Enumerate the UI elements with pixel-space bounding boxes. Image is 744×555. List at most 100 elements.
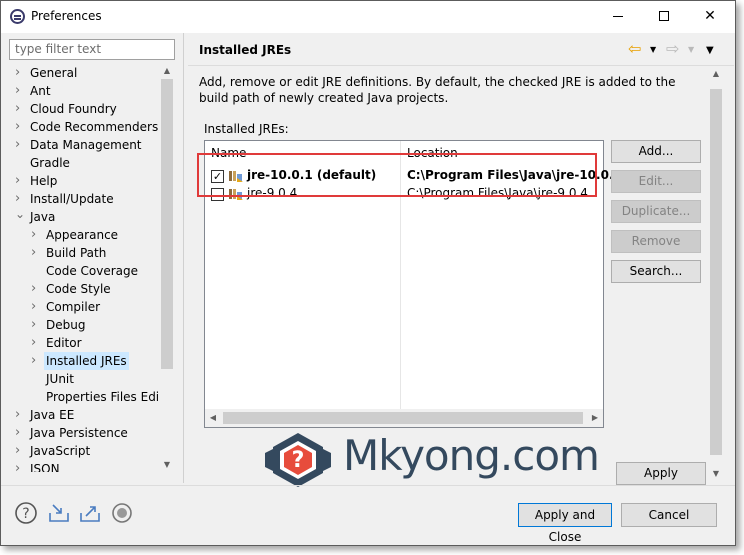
import-icon[interactable] bbox=[47, 501, 71, 525]
minimize-button[interactable] bbox=[595, 1, 641, 31]
tree-item-label: JSON bbox=[30, 462, 60, 472]
collapsed-arrow-icon[interactable]: › bbox=[31, 334, 41, 352]
help-icon[interactable]: ? bbox=[14, 501, 38, 525]
collapsed-arrow-icon[interactable]: › bbox=[15, 118, 25, 136]
collapsed-arrow-icon[interactable]: › bbox=[15, 406, 25, 424]
tree-item[interactable]: › Editor bbox=[9, 334, 159, 352]
watermark-text: Mkyong.com bbox=[343, 431, 600, 480]
tree-item[interactable]: › Ant bbox=[9, 82, 159, 100]
tree-item[interactable]: › Installed JREs bbox=[9, 352, 159, 370]
back-arrow-icon[interactable]: ⇦ bbox=[628, 41, 641, 57]
table-horizontal-scrollbar[interactable]: ◀ ▶ bbox=[205, 409, 603, 427]
tree-item-label: General bbox=[30, 66, 78, 80]
collapsed-arrow-icon[interactable]: › bbox=[31, 244, 41, 262]
scroll-up-arrow-icon[interactable]: ▲ bbox=[708, 67, 724, 81]
cancel-button[interactable]: Cancel bbox=[621, 503, 717, 527]
tree-item-label: Java Persistence bbox=[30, 426, 128, 440]
expanded-arrow-icon[interactable]: ⌄ bbox=[15, 208, 25, 226]
tree-item-label: Ant bbox=[30, 84, 51, 98]
collapsed-arrow-icon[interactable]: › bbox=[15, 64, 25, 82]
collapsed-arrow-icon[interactable]: › bbox=[31, 298, 41, 316]
tree-item-label: JUnit bbox=[46, 372, 74, 386]
edit-button[interactable]: Edit... bbox=[611, 170, 701, 193]
collapsed-arrow-icon[interactable]: › bbox=[31, 226, 41, 244]
tree-item-label: Code Recommenders bbox=[30, 120, 159, 134]
tree-item-label: Data Management bbox=[30, 138, 142, 152]
tree-item[interactable]: Properties Files Editor bbox=[9, 388, 159, 406]
tree-item[interactable]: › Appearance bbox=[9, 226, 159, 244]
preferences-tree: › General › Ant › Cloud Foundry › Code Recommen… bbox=[9, 64, 159, 472]
tree-item[interactable]: › General bbox=[9, 64, 159, 82]
collapsed-arrow-icon[interactable]: › bbox=[15, 172, 25, 190]
collapsed-arrow-icon[interactable]: › bbox=[31, 352, 41, 370]
tree-item[interactable]: › Java Persistence bbox=[9, 424, 159, 442]
tree-item-label: Debug bbox=[46, 318, 86, 332]
apply-button[interactable]: Apply bbox=[616, 462, 706, 485]
page-title: Installed JREs bbox=[199, 43, 292, 57]
view-menu-icon[interactable]: ▼ bbox=[706, 45, 714, 56]
tree-item[interactable]: › Java EE bbox=[9, 406, 159, 424]
search-button[interactable]: Search... bbox=[611, 260, 701, 283]
tree-item-label: JavaScript bbox=[30, 444, 91, 458]
scroll-right-arrow-icon[interactable]: ▶ bbox=[587, 409, 603, 427]
tree-item[interactable]: › Build Path bbox=[9, 244, 159, 262]
window-title: Preferences bbox=[31, 9, 102, 23]
tree-item-label: Properties Files Editor bbox=[46, 390, 159, 404]
tree-item[interactable]: › Code Recommenders bbox=[9, 118, 159, 136]
maximize-button[interactable] bbox=[641, 1, 687, 31]
preference-recorder-icon[interactable] bbox=[110, 501, 134, 525]
duplicate-button[interactable]: Duplicate... bbox=[611, 200, 701, 223]
tree-item-label: Compiler bbox=[46, 300, 101, 314]
page-content: Add, remove or edit JRE definitions. By … bbox=[188, 67, 708, 483]
tree-item[interactable]: › Install/Update bbox=[9, 190, 159, 208]
scroll-down-arrow-icon[interactable]: ▼ bbox=[708, 467, 724, 481]
page-scrollbar[interactable]: ▲ ▼ bbox=[708, 67, 724, 483]
collapsed-arrow-icon[interactable]: › bbox=[31, 280, 41, 298]
collapsed-arrow-icon[interactable]: › bbox=[31, 316, 41, 334]
forward-dropdown-icon[interactable]: ▼ bbox=[688, 45, 694, 54]
tree-item[interactable]: › Data Management bbox=[9, 136, 159, 154]
tree-item[interactable]: JUnit bbox=[9, 370, 159, 388]
forward-arrow-icon[interactable]: ⇨ bbox=[666, 41, 679, 57]
add-button[interactable]: Add... bbox=[611, 140, 701, 163]
back-dropdown-icon[interactable]: ▼ bbox=[650, 45, 656, 54]
tree-item[interactable]: › Debug bbox=[9, 316, 159, 334]
tree-item[interactable]: › Cloud Foundry bbox=[9, 100, 159, 118]
export-icon[interactable] bbox=[78, 501, 102, 525]
page-scroll-thumb[interactable] bbox=[710, 89, 722, 455]
panel-sash[interactable] bbox=[183, 33, 184, 483]
tree-scrollbar[interactable]: ▲ ▼ bbox=[159, 64, 175, 472]
tree-item[interactable]: › Help bbox=[9, 172, 159, 190]
svg-text:?: ? bbox=[292, 448, 305, 473]
tree-item-label: Code Coverage bbox=[46, 264, 139, 278]
scroll-left-arrow-icon[interactable]: ◀ bbox=[205, 409, 221, 427]
collapsed-arrow-icon[interactable]: › bbox=[15, 82, 25, 100]
collapsed-arrow-icon[interactable]: › bbox=[15, 424, 25, 442]
tree-item[interactable]: › JavaScript bbox=[9, 442, 159, 460]
collapsed-arrow-icon[interactable]: › bbox=[15, 136, 25, 154]
scroll-down-arrow-icon[interactable]: ▼ bbox=[159, 458, 175, 472]
apply-and-close-button[interactable]: Apply and Close bbox=[518, 503, 612, 544]
tree-item[interactable]: ⌄ Java bbox=[9, 208, 159, 226]
collapsed-arrow-icon[interactable]: › bbox=[15, 190, 25, 208]
preferences-window: Preferences ✕ type filter text › General ›… bbox=[0, 0, 736, 546]
collapsed-arrow-icon[interactable]: › bbox=[15, 442, 25, 460]
close-button[interactable]: ✕ bbox=[687, 1, 733, 31]
collapsed-arrow-icon[interactable]: › bbox=[15, 100, 25, 118]
tree-item[interactable]: › JSON bbox=[9, 460, 159, 472]
tree-item[interactable]: › Compiler bbox=[9, 298, 159, 316]
tree-item-label: Java EE bbox=[30, 408, 75, 422]
scroll-up-arrow-icon[interactable]: ▲ bbox=[159, 64, 175, 78]
tree-item[interactable]: Code Coverage bbox=[9, 262, 159, 280]
footer-icons: ? bbox=[14, 501, 144, 527]
tree-item-label: Cloud Foundry bbox=[30, 102, 117, 116]
filter-input[interactable]: type filter text bbox=[9, 39, 175, 60]
remove-button[interactable]: Remove bbox=[611, 230, 701, 253]
tree-scroll-thumb[interactable] bbox=[161, 79, 173, 369]
tree-item[interactable]: › Code Style bbox=[9, 280, 159, 298]
installed-jres-label: Installed JREs: bbox=[204, 122, 289, 136]
svg-text:?: ? bbox=[22, 506, 29, 522]
tree-item[interactable]: Gradle bbox=[9, 154, 159, 172]
table-scroll-thumb[interactable] bbox=[223, 412, 583, 424]
collapsed-arrow-icon[interactable]: › bbox=[15, 460, 25, 472]
